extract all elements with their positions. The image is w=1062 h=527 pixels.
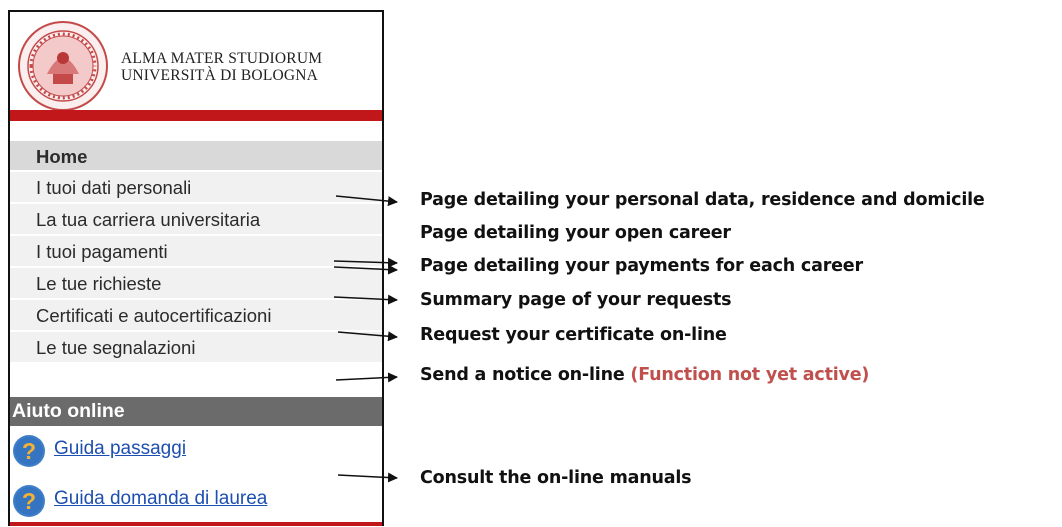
nav-item-notices[interactable]: Le tue segnalazioni — [10, 332, 382, 364]
sidebar: ALMA MATER STUDIORUM UNIVERSITÀ DI BOLOG… — [8, 10, 384, 526]
annotation-notice-text: Send a notice on-line — [420, 365, 625, 385]
help-circle-icon[interactable]: ? — [12, 434, 46, 468]
annotation-requests: Summary page of your requests — [420, 290, 732, 310]
annotation-manuals: Consult the on-line manuals — [420, 468, 692, 488]
brand-red-bar — [10, 110, 382, 121]
annotation-notice-warning: (Function not yet active) — [630, 365, 870, 385]
nav-item-home[interactable]: Home — [10, 141, 382, 172]
divider — [10, 124, 382, 140]
annotation-career: Page detailing your open career — [420, 223, 731, 243]
help-section-heading: Aiuto online — [10, 397, 382, 426]
university-name-line2: UNIVERSITÀ DI BOLOGNA — [121, 67, 319, 84]
annotation-notice: Send a notice on-line (Function not yet … — [420, 365, 869, 385]
help-circle-icon[interactable]: ? — [12, 484, 46, 518]
svg-text:?: ? — [22, 488, 36, 514]
annotation-personal-data: Page detailing your personal data, resid… — [420, 190, 985, 210]
university-name: ALMA MATER STUDIORUM UNIVERSITÀ DI BOLOG… — [121, 50, 322, 84]
help-link-row: ? Guida passaggi — [10, 430, 382, 470]
svg-text:?: ? — [22, 438, 36, 464]
annotation-certificates: Request your certificate on-line — [420, 325, 727, 345]
help-link-row: ? Guida domanda di laurea — [10, 480, 382, 520]
university-name-line1: ALMA MATER STUDIORUM — [121, 50, 323, 67]
annotation-payments: Page detailing your payments for each ca… — [420, 256, 863, 276]
university-seal-icon — [18, 21, 108, 111]
nav-item-payments[interactable]: I tuoi pagamenti — [10, 236, 382, 268]
nav-item-career[interactable]: La tua carriera universitaria — [10, 204, 382, 236]
main-navigation: Home I tuoi dati personali La tua carrie… — [10, 141, 382, 364]
guide-graduation-link[interactable]: Guida domanda di laurea — [54, 488, 267, 510]
guide-transfers-link[interactable]: Guida passaggi — [54, 438, 186, 460]
university-logo[interactable]: ALMA MATER STUDIORUM UNIVERSITÀ DI BOLOG… — [17, 20, 372, 112]
bottom-red-bar — [10, 522, 382, 526]
nav-item-requests[interactable]: Le tue richieste — [10, 268, 382, 300]
nav-item-certificates[interactable]: Certificati e autocertificazioni — [10, 300, 382, 332]
nav-item-personal-data[interactable]: I tuoi dati personali — [10, 172, 382, 204]
